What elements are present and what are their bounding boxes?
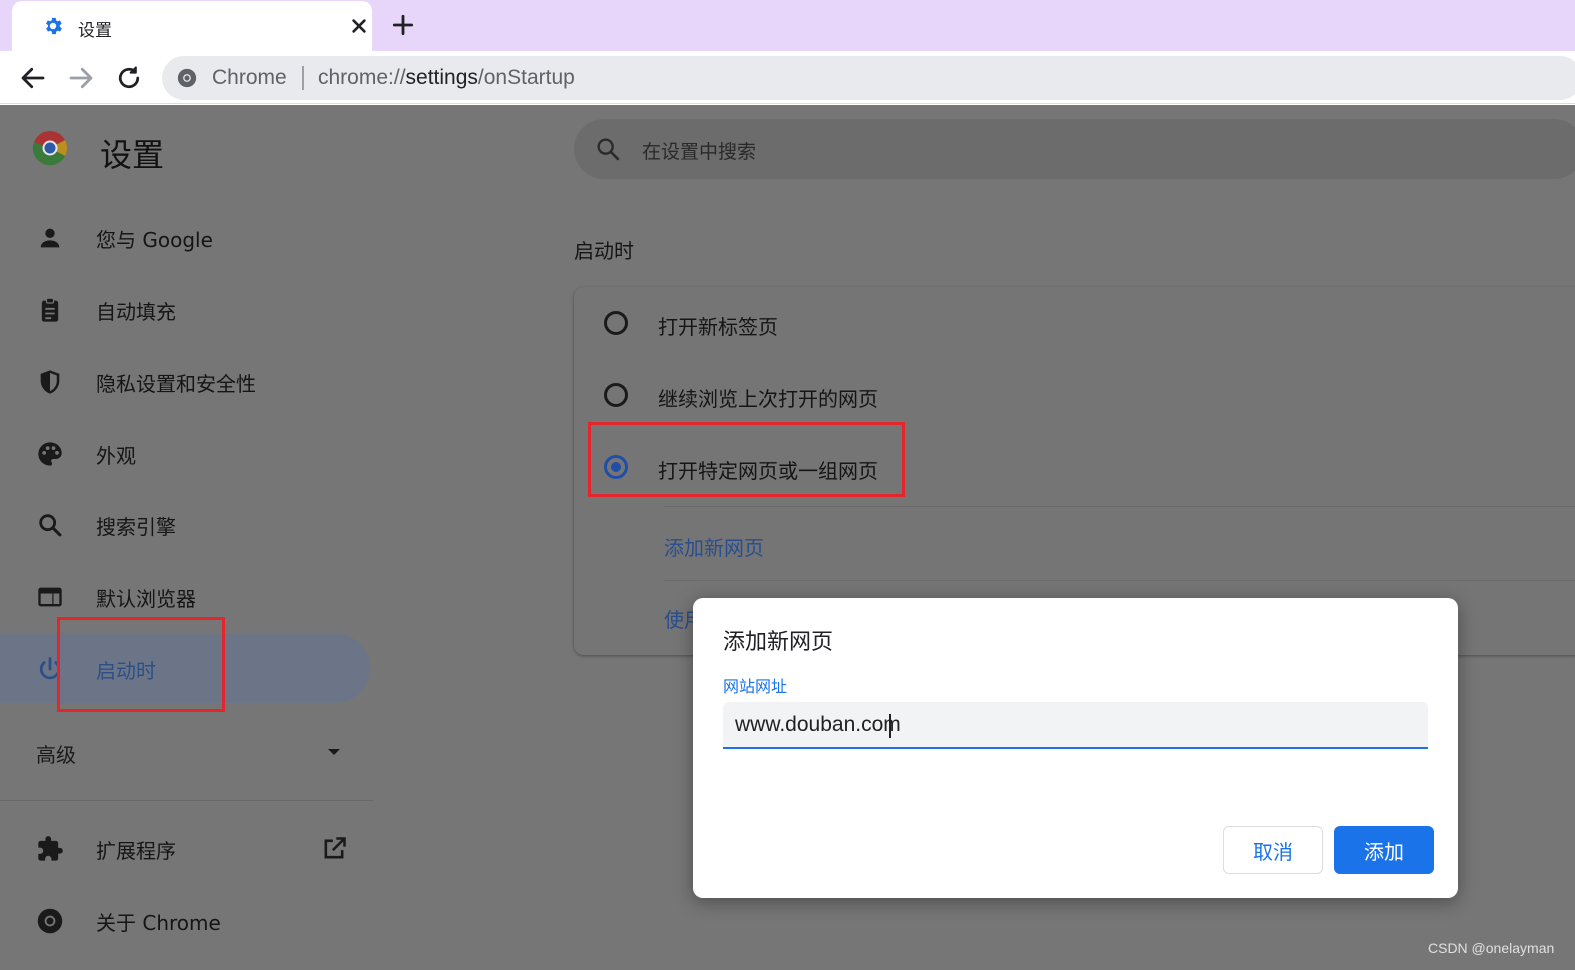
highlight-box bbox=[57, 617, 225, 712]
url-host: settings bbox=[405, 66, 478, 89]
chevron-down-icon bbox=[328, 749, 340, 755]
search-icon bbox=[597, 138, 620, 161]
sidebar-item-label: 关于 Chrome bbox=[96, 911, 221, 935]
text-cursor bbox=[889, 714, 891, 738]
sidebar-item-label: 默认浏览器 bbox=[96, 587, 196, 611]
chip-separator bbox=[302, 66, 304, 90]
search-icon bbox=[39, 514, 62, 537]
address-bar[interactable]: Chrome chrome://settings/onStartup bbox=[162, 56, 1575, 100]
chrome-logo-icon bbox=[177, 68, 197, 88]
sidebar-divider bbox=[0, 800, 373, 801]
sidebar-item-label: 外观 bbox=[96, 444, 136, 468]
tab-strip: 设置 bbox=[0, 0, 1575, 51]
add-button[interactable]: 添加 bbox=[1334, 826, 1434, 874]
sidebar-item-extensions[interactable]: 扩展程序 bbox=[0, 813, 370, 883]
new-tab-icon[interactable] bbox=[390, 12, 416, 38]
sidebar-item-label: 搜索引擎 bbox=[96, 515, 176, 539]
advanced-toggle[interactable]: 高级 bbox=[0, 715, 370, 785]
radio-button[interactable] bbox=[604, 311, 628, 335]
sidebar-item-label: 隐私设置和安全性 bbox=[96, 372, 256, 396]
settings-search[interactable]: 在设置中搜索 bbox=[574, 119, 1575, 179]
gear-icon bbox=[46, 17, 62, 35]
close-icon[interactable] bbox=[346, 13, 372, 39]
sidebar-item-about[interactable]: 关于 Chrome bbox=[0, 885, 370, 955]
section-title: 启动时 bbox=[574, 239, 634, 263]
url-text: chrome://settings/onStartup bbox=[318, 66, 575, 90]
add-new-page-link[interactable]: 添加新网页 bbox=[664, 532, 764, 561]
url-scheme: chrome:// bbox=[318, 66, 406, 89]
puzzle-icon bbox=[38, 836, 63, 861]
url-field-label: 网站网址 bbox=[723, 677, 788, 696]
forward-arrow-icon[interactable] bbox=[66, 63, 96, 93]
person-icon bbox=[40, 228, 60, 248]
url-input[interactable] bbox=[723, 702, 1428, 749]
shield-icon bbox=[40, 370, 60, 394]
open-in-new-icon[interactable] bbox=[320, 835, 348, 863]
chrome-logo-icon bbox=[37, 908, 63, 934]
dialog-title: 添加新网页 bbox=[723, 630, 834, 655]
radio-button[interactable] bbox=[604, 383, 628, 407]
sidebar-item-privacy[interactable]: 隐私设置和安全性 bbox=[0, 346, 370, 416]
option-label: 继续浏览上次打开的网页 bbox=[658, 387, 878, 411]
sidebar-item-label: 扩展程序 bbox=[96, 839, 176, 863]
settings-sidebar: 设置 您与 Google 自动填充 隐私设置和安全性 外观 搜索引擎 默认浏览器… bbox=[0, 105, 373, 970]
advanced-label: 高级 bbox=[36, 743, 76, 767]
search-placeholder: 在设置中搜索 bbox=[642, 141, 757, 163]
site-chip: Chrome bbox=[212, 66, 287, 89]
sidebar-item-search-engine[interactable]: 搜索引擎 bbox=[0, 489, 370, 559]
tab-settings[interactable]: 设置 bbox=[12, 1, 372, 51]
watermark: CSDN @onelayman bbox=[1428, 940, 1555, 956]
startup-option-continue[interactable]: 继续浏览上次打开的网页 bbox=[574, 359, 1575, 431]
browser-icon bbox=[38, 587, 62, 607]
tab-title: 设置 bbox=[78, 21, 112, 41]
startup-option-new-tab[interactable]: 打开新标签页 bbox=[574, 287, 1575, 359]
cancel-button[interactable]: 取消 bbox=[1223, 826, 1323, 874]
card-divider bbox=[664, 506, 1575, 507]
option-label: 打开新标签页 bbox=[658, 315, 778, 339]
add-page-dialog: 添加新网页 网站网址 取消 添加 bbox=[693, 598, 1458, 898]
url-path: /onStartup bbox=[477, 66, 575, 89]
sidebar-item-label: 自动填充 bbox=[96, 300, 176, 324]
card-divider bbox=[664, 580, 1575, 581]
sidebar-item-autofill[interactable]: 自动填充 bbox=[0, 274, 370, 344]
reload-icon[interactable] bbox=[114, 63, 144, 93]
back-arrow-icon[interactable] bbox=[18, 63, 48, 93]
palette-icon bbox=[38, 442, 62, 466]
clipboard-icon bbox=[41, 297, 59, 322]
browser-toolbar: Chrome chrome://settings/onStartup bbox=[0, 51, 1575, 104]
chrome-logo-icon bbox=[32, 131, 67, 166]
highlight-box bbox=[588, 422, 905, 497]
page-title: 设置 bbox=[100, 136, 165, 174]
sidebar-item-google[interactable]: 您与 Google bbox=[0, 202, 370, 272]
sidebar-item-label: 您与 Google bbox=[96, 228, 213, 252]
sidebar-item-appearance[interactable]: 外观 bbox=[0, 418, 370, 488]
